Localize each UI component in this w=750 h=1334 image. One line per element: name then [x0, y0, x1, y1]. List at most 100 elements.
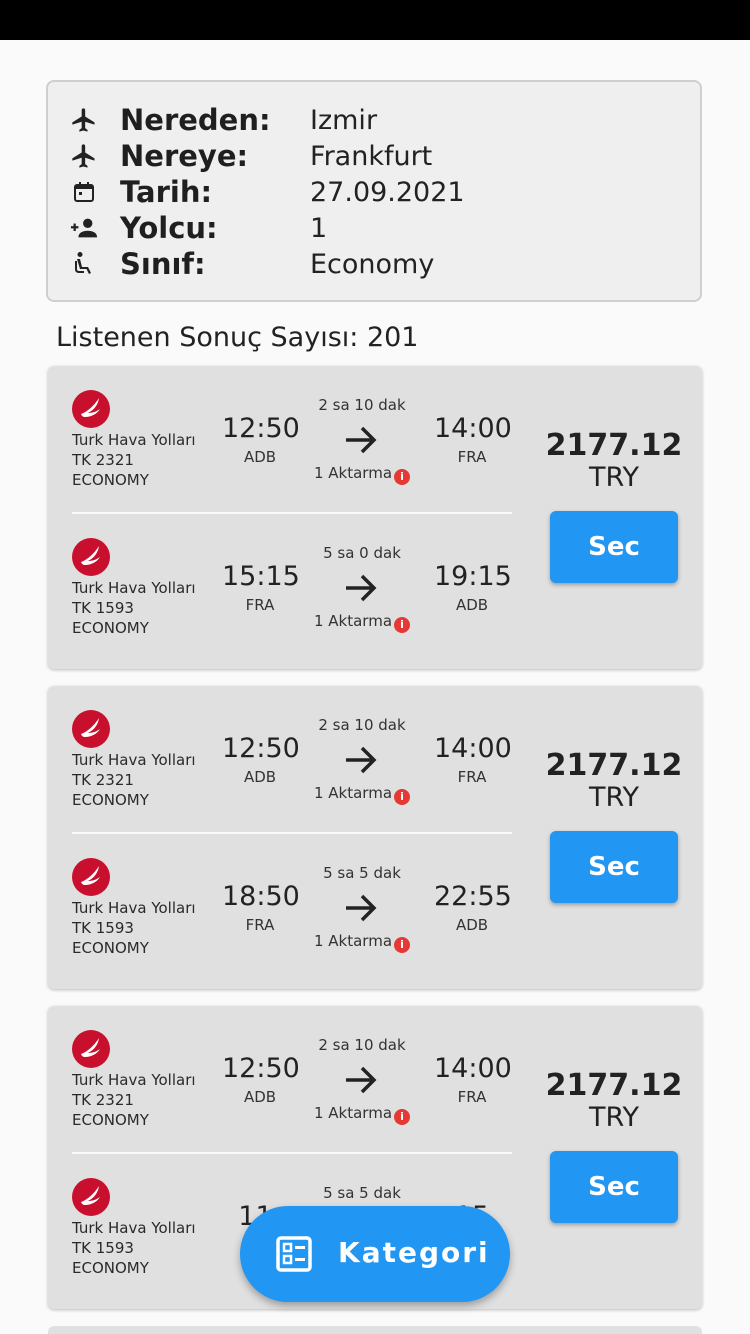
search-summary: Nereden: Izmir Nereye: Frankfurt Tarih: … [46, 80, 702, 302]
from-label: Nereden: [120, 103, 271, 137]
stops-label: 1 Aktarma [313, 784, 393, 802]
arrow-right-icon [342, 422, 382, 458]
stops-label: 1 Aktarma [313, 932, 393, 950]
flight-number: TK 1593 [72, 599, 134, 617]
airline-info: Turk Hava Yolları TK 1593 ECONOMY [72, 1218, 196, 1278]
flight-duration: 2 sa 10 dak [318, 1036, 406, 1054]
departure-airport: FRA [245, 916, 275, 934]
flight-duration: 5 sa 5 dak [323, 864, 401, 882]
info-icon[interactable]: i [394, 469, 411, 485]
airline-info: Turk Hava Yolları TK 2321 ECONOMY [72, 750, 196, 810]
to-value: Frankfurt [310, 140, 433, 172]
arrival-airport: FRA [457, 1088, 487, 1106]
inbound-leg: Turk Hava Yolları TK 1593 ECONOMY 15:15 FRA 5… [48, 514, 518, 654]
arrow-right-icon [342, 890, 382, 926]
result-card: Turk Hava Yolları TK 2321 ECONOMY 12:50 ADB 2… [48, 686, 702, 989]
flight-duration: 5 sa 5 dak [323, 1184, 401, 1202]
info-icon[interactable]: i [394, 617, 411, 633]
select-flight-button[interactable]: Sec [550, 831, 678, 903]
cabin-class: ECONOMY [72, 619, 149, 637]
info-icon[interactable]: i [394, 789, 411, 805]
info-icon[interactable]: i [394, 1109, 411, 1125]
result-card-partial [48, 1326, 702, 1334]
departure-time: 18:50 [222, 881, 300, 912]
flight-number: TK 2321 [72, 771, 134, 789]
result-count: Listenen Sonuç Sayısı: 201 [56, 322, 419, 353]
arrival-time: 22:55 [434, 881, 512, 912]
outbound-leg: Turk Hava Yolları TK 2321 ECONOMY 12:50 ADB 2… [48, 366, 518, 506]
flight-number: TK 2321 [72, 451, 134, 469]
departure-airport: ADB [243, 1088, 277, 1106]
airline-name: Turk Hava Yolları [72, 579, 196, 597]
arrival-airport: FRA [457, 768, 487, 786]
class-value: Economy [310, 248, 435, 280]
from-value: Izmir [310, 104, 378, 136]
airline-logo [72, 1030, 110, 1068]
flight-number: TK 2321 [72, 1091, 134, 1109]
arrival-time: 14:00 [434, 1053, 512, 1084]
inbound-leg: Turk Hava Yolları TK 1593 ECONOMY 18:50 FRA 5… [48, 834, 518, 974]
stops-label: 1 Aktarma [313, 612, 393, 630]
select-flight-button[interactable]: Sec [550, 1151, 678, 1223]
airline-info: Turk Hava Yolları TK 2321 ECONOMY [72, 1070, 196, 1130]
flight-number: TK 1593 [72, 919, 134, 937]
stops-info: 1 Aktarma i [302, 784, 422, 805]
arrival-time: 14:00 [434, 733, 512, 764]
arrival-time: 19:15 [434, 561, 512, 592]
arrow-right-icon [342, 1062, 382, 1098]
info-icon[interactable]: i [394, 937, 411, 953]
to-label: Nereye: [120, 139, 249, 173]
arrow-right-icon [342, 570, 382, 606]
airline-logo [72, 538, 110, 576]
flight-duration: 2 sa 10 dak [318, 396, 406, 414]
stops-info: 1 Aktarma i [302, 464, 422, 485]
outbound-leg: Turk Hava Yolları TK 2321 ECONOMY 12:50 ADB 2… [48, 686, 518, 826]
stops-info: 1 Aktarma i [302, 612, 422, 633]
airline-logo [72, 390, 110, 428]
airline-logo [72, 710, 110, 748]
calendar-icon [70, 178, 98, 206]
airline-info: Turk Hava Yolları TK 1593 ECONOMY [72, 898, 196, 958]
departure-airport: FRA [245, 596, 275, 614]
airline-name: Turk Hava Yolları [72, 431, 196, 449]
price-amount: 2177.12 [545, 428, 683, 463]
arrival-airport: ADB [455, 916, 489, 934]
outbound-leg: Turk Hava Yolları TK 2321 ECONOMY 12:50 ADB 2… [48, 1006, 518, 1146]
result-card: Turk Hava Yolları TK 2321 ECONOMY 12:50 ADB 2… [48, 366, 702, 669]
status-bar [0, 0, 750, 40]
date-label: Tarih: [120, 175, 213, 209]
cabin-class: ECONOMY [72, 471, 149, 489]
plane-arrival-icon [70, 142, 98, 170]
passenger-row: Yolcu: 1 [70, 210, 327, 246]
class-row: Sınıf: Economy [70, 246, 434, 282]
arrival-airport: ADB [455, 596, 489, 614]
kategori-fab-button[interactable]: Kategori [240, 1206, 510, 1302]
add-person-icon [70, 214, 98, 242]
price-currency: TRY [588, 782, 640, 813]
cabin-class: ECONOMY [72, 939, 149, 957]
date-row: Tarih: 27.09.2021 [70, 174, 465, 210]
plane-departure-icon [70, 106, 98, 134]
flight-number: TK 1593 [72, 1239, 134, 1257]
to-row: Nereye: Frankfurt [70, 138, 432, 174]
date-value: 27.09.2021 [310, 176, 465, 208]
airline-name: Turk Hava Yolları [72, 751, 196, 769]
airline-name: Turk Hava Yolları [72, 899, 196, 917]
arrival-time: 14:00 [434, 413, 512, 444]
departure-time: 12:50 [222, 1053, 300, 1084]
from-row: Nereden: Izmir [70, 102, 377, 138]
price-amount: 2177.12 [545, 748, 683, 783]
stops-info: 1 Aktarma i [302, 1104, 422, 1125]
departure-time: 12:50 [222, 413, 300, 444]
airline-name: Turk Hava Yolları [72, 1071, 196, 1089]
flight-duration: 2 sa 10 dak [318, 716, 406, 734]
arrow-right-icon [342, 742, 382, 778]
stops-info: 1 Aktarma i [302, 932, 422, 953]
seat-icon [70, 250, 98, 278]
airline-logo [72, 1178, 110, 1216]
airline-info: Turk Hava Yolları TK 1593 ECONOMY [72, 578, 196, 638]
price-currency: TRY [588, 462, 640, 493]
select-flight-button[interactable]: Sec [550, 511, 678, 583]
stops-label: 1 Aktarma [313, 464, 393, 482]
stops-label: 1 Aktarma [313, 1104, 393, 1122]
